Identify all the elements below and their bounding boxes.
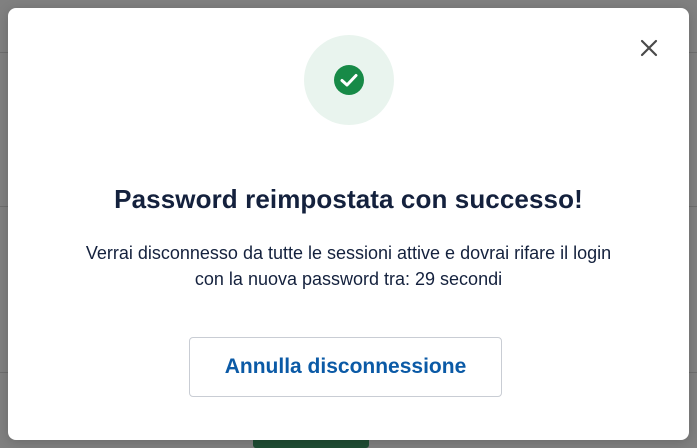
- message-line: Verrai disconnesso da tutte le sessioni …: [85, 243, 612, 263]
- success-icon-badge: [304, 35, 394, 125]
- check-circle-icon: [334, 65, 364, 95]
- close-icon: [640, 39, 658, 57]
- dialog-message: Verrai disconnesso da tutte le sessioni …: [48, 240, 649, 292]
- close-button[interactable]: [637, 36, 661, 60]
- message-line: con la nuova password tra: 29 secondi: [194, 269, 503, 289]
- success-dialog: Password reimpostata con successo! Verra…: [8, 8, 689, 440]
- dialog-title: Password reimpostata con successo!: [114, 184, 583, 214]
- cancel-logout-button[interactable]: Annulla disconnessione: [189, 337, 502, 397]
